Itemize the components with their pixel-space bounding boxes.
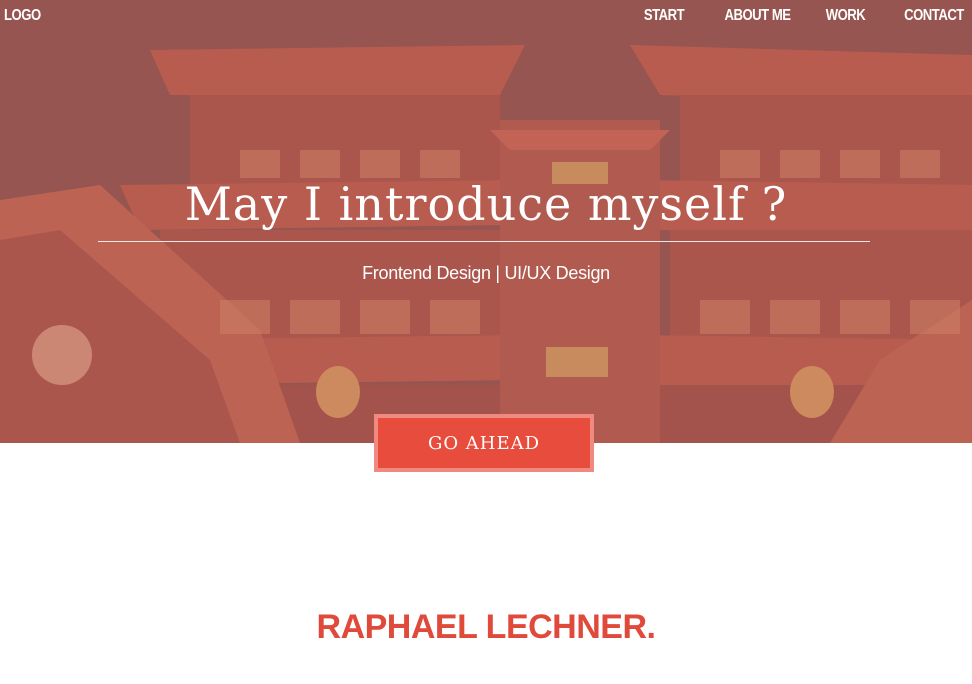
top-navigation: LOGO START ABOUT ME WORK CONTACT xyxy=(0,0,972,34)
about-name-heading: RAPHAEL LECHNER. xyxy=(316,608,656,646)
hero-divider xyxy=(98,241,870,242)
nav-link-start[interactable]: START xyxy=(644,7,685,25)
nav-link-work[interactable]: WORK xyxy=(826,7,866,25)
go-ahead-button[interactable]: GO AHEAD xyxy=(374,414,594,472)
nav-links: START ABOUT ME WORK CONTACT xyxy=(609,7,964,25)
nav-link-contact[interactable]: CONTACT xyxy=(904,7,964,25)
hero-title: May I introduce myself ? xyxy=(184,177,788,231)
nav-link-about-me[interactable]: ABOUT ME xyxy=(725,7,792,25)
hero-section: LOGO START ABOUT ME WORK CONTACT May I i… xyxy=(0,0,972,443)
logo[interactable]: LOGO xyxy=(4,7,41,25)
hero-subtitle: Frontend Design | UI/UX Design xyxy=(362,263,610,283)
